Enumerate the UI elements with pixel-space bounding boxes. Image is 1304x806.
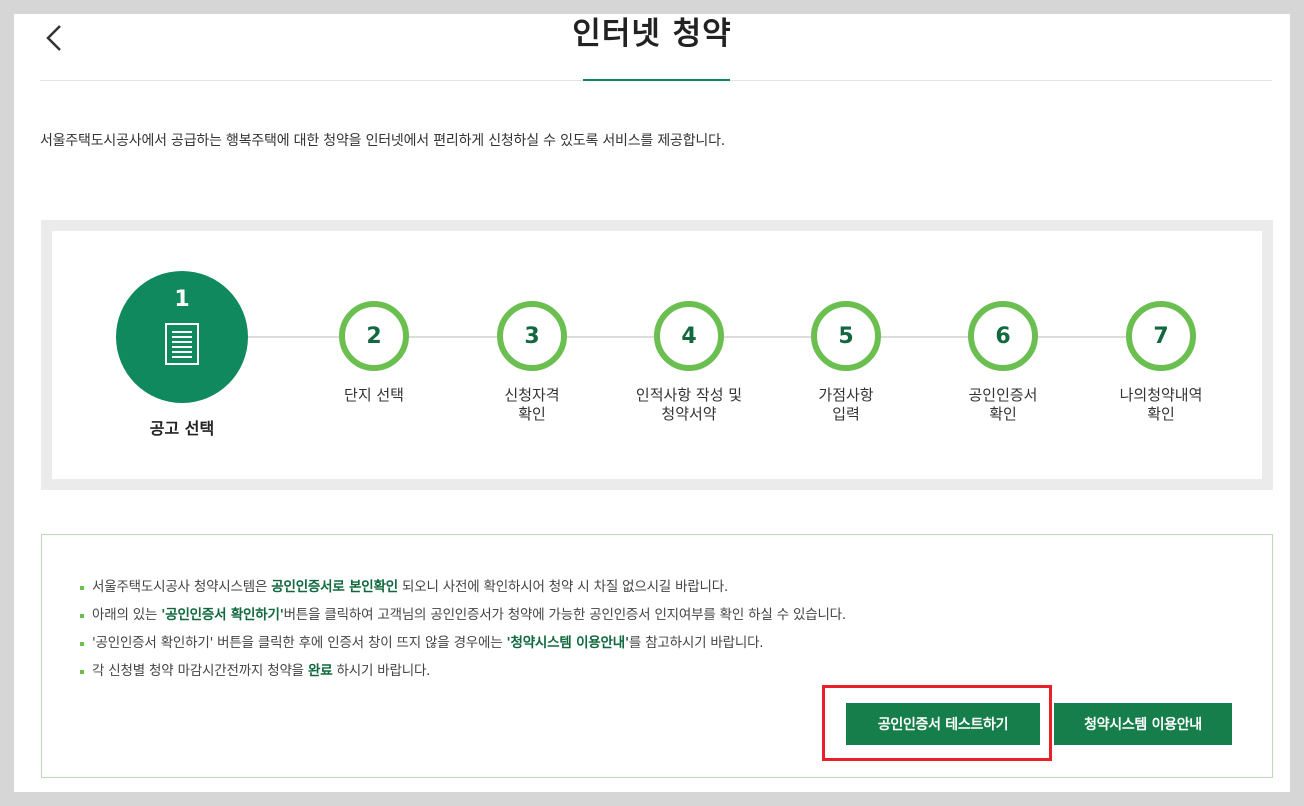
step-circle: 1 bbox=[116, 271, 248, 403]
step-label: 가점사항 입력 bbox=[756, 386, 936, 424]
step-number: 7 bbox=[1153, 323, 1169, 349]
notice-text: 되오니 사전에 확인하시어 청약 시 차질 없으시길 바랍니다. bbox=[397, 579, 729, 595]
notice-text: 각 신청별 청약 마감시간전까지 청약을 bbox=[92, 663, 308, 679]
step-label: 나의청약내역 확인 bbox=[1071, 386, 1251, 424]
step-label-line: 신청자격 bbox=[504, 386, 560, 404]
notice-text: 서울주택도시공사 청약시스템은 bbox=[92, 579, 272, 595]
step-label-line: 공인인증서 bbox=[968, 386, 1038, 404]
step-label-line: 가점사항 bbox=[818, 386, 874, 404]
step-label-line: 확인 bbox=[518, 405, 546, 423]
step-label: 공인인증서 확인 bbox=[913, 386, 1093, 424]
step-label-line: 단지 선택 bbox=[344, 386, 404, 404]
notice-item: 각 신청별 청약 마감시간전까지 청약을 완료 하시기 바랍니다. bbox=[80, 657, 846, 685]
step-number: 2 bbox=[366, 323, 382, 349]
page-title: 인터넷 청약 bbox=[572, 16, 732, 52]
step-number: 5 bbox=[838, 323, 854, 349]
step-circle: 2 bbox=[339, 301, 409, 371]
step-number: 4 bbox=[681, 323, 697, 349]
step-circle: 3 bbox=[497, 301, 567, 371]
page: 인터넷 청약 서울주택도시공사에서 공급하는 행복주택에 대한 청약을 인터넷에… bbox=[14, 14, 1290, 792]
step-number: 1 bbox=[174, 287, 190, 312]
step-number: 3 bbox=[524, 323, 540, 349]
step-circle: 5 bbox=[811, 301, 881, 371]
steps-panel: 1 공고 선택 2 단지 선택 3 신청자격 확인 4 인적사항 작성 및 청약… bbox=[41, 220, 1273, 490]
notice-box: 서울주택도시공사 청약시스템은 공인인증서로 본인확인 되오니 사전에 확인하시… bbox=[41, 534, 1273, 778]
step-circle: 6 bbox=[968, 301, 1038, 371]
steps-inner: 1 공고 선택 2 단지 선택 3 신청자격 확인 4 인적사항 작성 및 청약… bbox=[52, 231, 1262, 479]
notice-item: 아래의 있는 '공인인증서 확인하기'버튼을 클릭하여 고객님의 공인인증서가 … bbox=[80, 601, 846, 629]
notice-emphasis: 공인인증서로 본인확인 bbox=[271, 579, 398, 595]
step-label-line: 입력 bbox=[832, 405, 860, 423]
notice-emphasis: '공인인증서 확인하기' bbox=[161, 607, 284, 623]
step-label-line: 확인 bbox=[1147, 405, 1175, 423]
step-circle: 4 bbox=[654, 301, 724, 371]
intro-text: 서울주택도시공사에서 공급하는 행복주택에 대한 청약을 인터넷에서 편리하게 … bbox=[40, 133, 725, 149]
step-number: 6 bbox=[995, 323, 1011, 349]
step-label-line: 확인 bbox=[989, 405, 1017, 423]
title-underline bbox=[583, 79, 730, 81]
notice-item: '공인인증서 확인하기' 버튼을 클릭한 후에 인증서 창이 뜨지 않을 경우에… bbox=[80, 629, 846, 657]
cert-test-button[interactable]: 공인인증서 테스트하기 bbox=[846, 703, 1040, 745]
notice-text: 를 참고하시기 바랍니다. bbox=[628, 635, 764, 651]
step-label: 인적사항 작성 및 청약서약 bbox=[599, 386, 779, 424]
step-label-line: 인적사항 작성 및 bbox=[635, 386, 743, 404]
notice-text: 버튼을 클릭하여 고객님의 공인인증서가 청약에 가능한 공인인증서 인지여부를… bbox=[283, 607, 847, 623]
notice-text: 아래의 있는 bbox=[92, 607, 162, 623]
notice-text: 하시기 바랍니다. bbox=[332, 663, 431, 679]
step-circle: 7 bbox=[1126, 301, 1196, 371]
notice-text: '공인인증서 확인하기' 버튼을 클릭한 후에 인증서 창이 뜨지 않을 경우에… bbox=[92, 635, 507, 651]
system-guide-button[interactable]: 청약시스템 이용안내 bbox=[1054, 703, 1232, 745]
step-label: 신청자격 확인 bbox=[442, 386, 622, 424]
notice-item: 서울주택도시공사 청약시스템은 공인인증서로 본인확인 되오니 사전에 확인하시… bbox=[80, 573, 846, 601]
step-label: 단지 선택 bbox=[284, 386, 464, 405]
notice-emphasis: '청약시스템 이용안내' bbox=[506, 635, 630, 651]
notice-list: 서울주택도시공사 청약시스템은 공인인증서로 본인확인 되오니 사전에 확인하시… bbox=[80, 573, 846, 685]
step-label-line: 청약서약 bbox=[661, 405, 717, 423]
notice-emphasis: 완료 bbox=[307, 663, 333, 679]
step-label-line: 나의청약내역 bbox=[1119, 386, 1203, 404]
step-label: 공고 선택 bbox=[149, 419, 215, 438]
document-icon bbox=[164, 322, 200, 372]
